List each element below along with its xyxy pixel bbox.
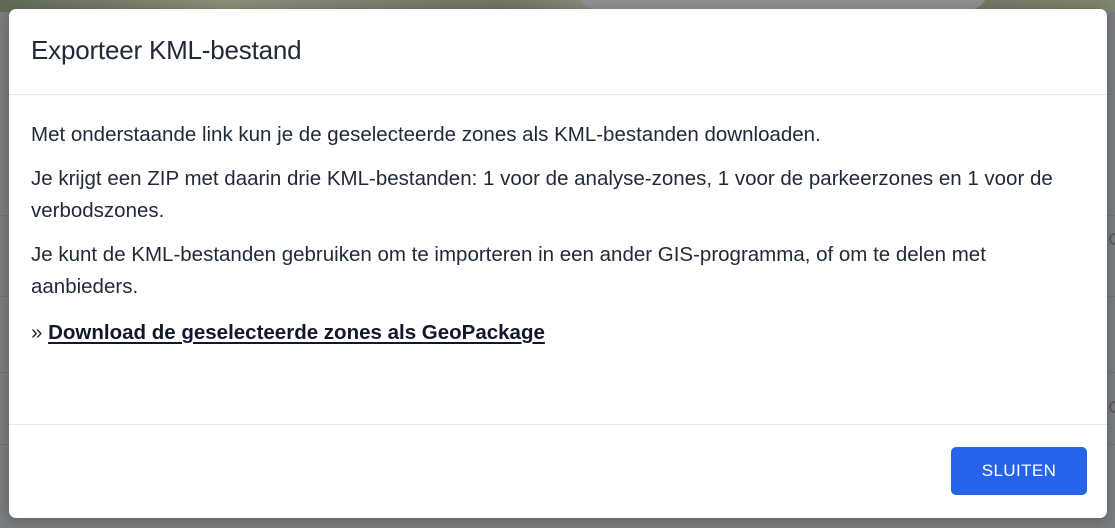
download-line: » Download de geselecteerde zones als Ge… <box>31 317 1085 349</box>
export-kml-modal: Exporteer KML-bestand Met onderstaande l… <box>9 9 1107 518</box>
intro-text: Met onderstaande link kun je de geselect… <box>31 123 821 146</box>
modal-header: Exporteer KML-bestand <box>9 9 1107 95</box>
background-glyph <box>1109 401 1115 413</box>
zip-contents-text: Je krijgt een ZIP met daarin drie KML-be… <box>31 167 1053 222</box>
modal-title: Exporteer KML-bestand <box>31 35 302 65</box>
usage-text: Je kunt de KML-bestanden gebruiken om te… <box>31 243 986 298</box>
close-button[interactable]: SLUITEN <box>951 447 1087 495</box>
background-glyph <box>1109 233 1115 245</box>
link-prefix: » <box>31 321 43 344</box>
modal-body: Met onderstaande link kun je de geselect… <box>9 95 1107 425</box>
download-geopackage-link[interactable]: Download de geselecteerde zones als GeoP… <box>48 321 545 344</box>
modal-footer: SLUITEN <box>9 425 1107 517</box>
